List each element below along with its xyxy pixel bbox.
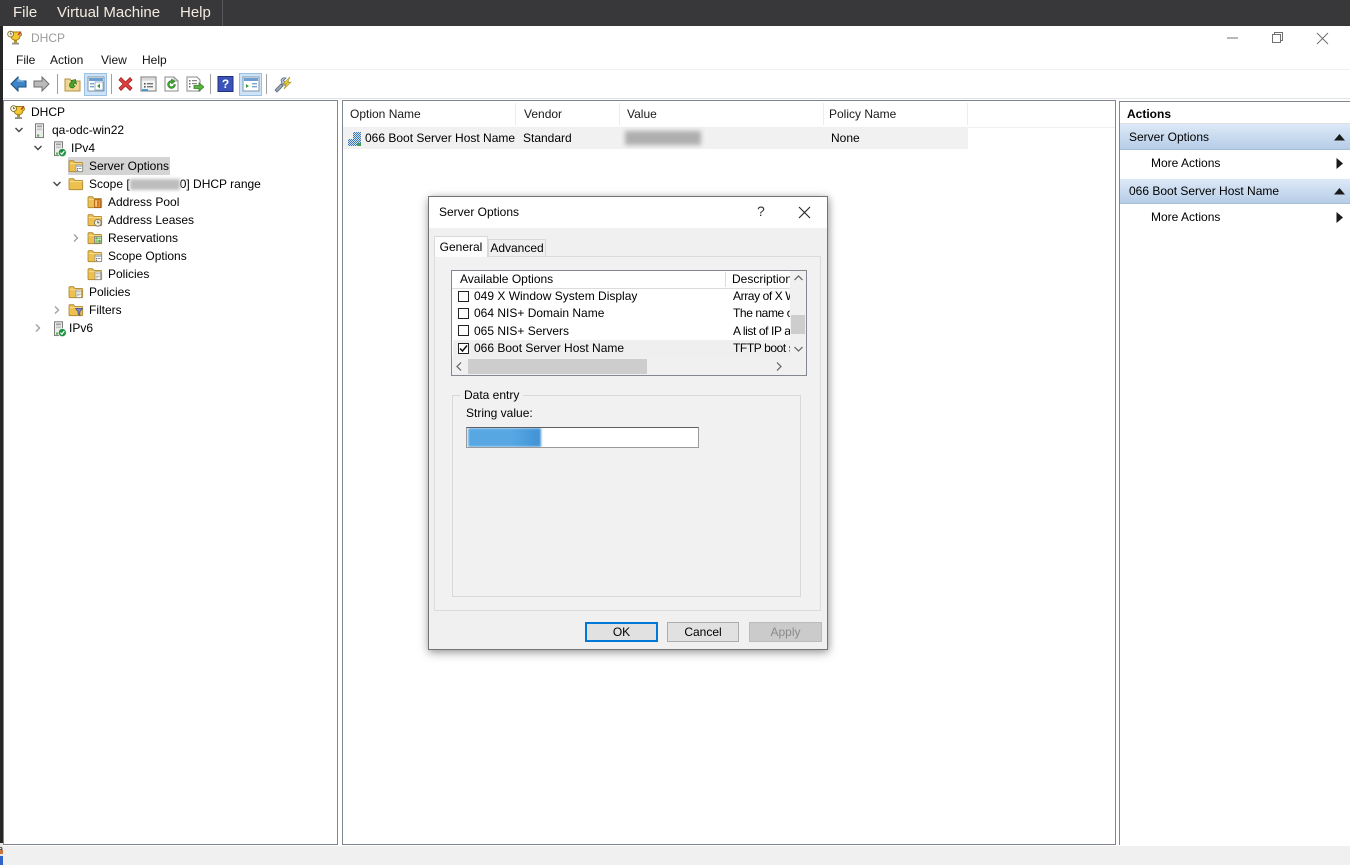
- svg-text:?: ?: [222, 77, 229, 91]
